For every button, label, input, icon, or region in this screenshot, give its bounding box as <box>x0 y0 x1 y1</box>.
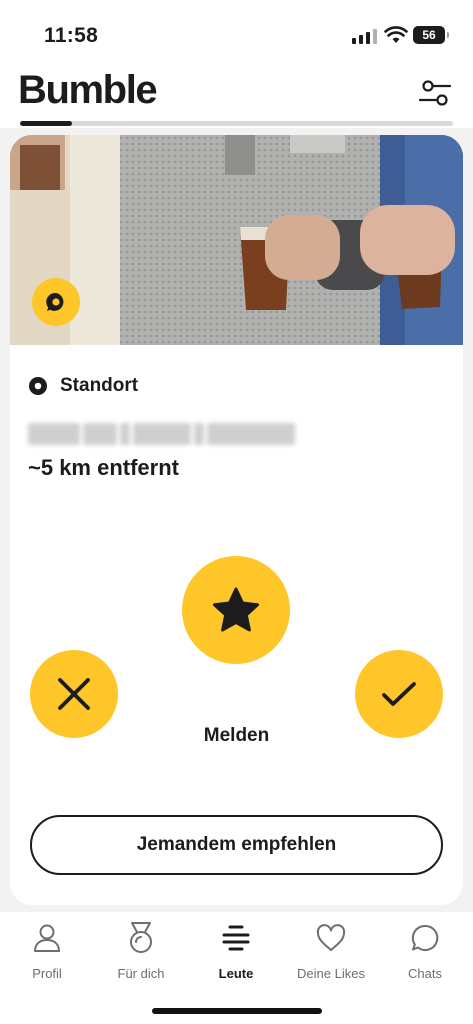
wifi-icon <box>384 26 408 43</box>
tab-for-you[interactable]: Für dich <box>94 920 188 981</box>
location-title: Standort <box>60 375 139 396</box>
location-pin-icon <box>29 377 47 395</box>
person-icon <box>34 924 60 952</box>
tab-label: Für dich <box>117 966 165 981</box>
distance-text: ~5 km entfernt <box>28 455 179 480</box>
status-time: 11:58 <box>44 24 99 47</box>
bumble-logo: Bumble <box>18 68 158 112</box>
status-bar: 11:58 56 <box>0 0 473 58</box>
tab-profile[interactable]: Profil <box>0 920 94 981</box>
battery-indicator: 56 <box>413 26 449 44</box>
heart-icon <box>316 924 346 951</box>
tab-label: Chats <box>408 966 442 981</box>
tab-label: Profil <box>32 966 62 981</box>
profile-progress-fill <box>20 121 72 126</box>
checkmark-icon <box>382 682 416 706</box>
tab-your-likes[interactable]: Deine Likes <box>284 920 378 981</box>
report-link[interactable]: Melden <box>10 725 463 747</box>
tab-label: Leute <box>218 966 254 981</box>
tab-chats[interactable]: Chats <box>378 920 472 981</box>
sliders-icon[interactable] <box>418 76 452 110</box>
superswipe-button[interactable] <box>182 556 290 664</box>
profile-progress-bar <box>20 121 453 126</box>
tab-people[interactable]: Leute <box>189 920 283 981</box>
blurred-address <box>28 423 295 445</box>
profile-photo[interactable] <box>10 135 463 345</box>
stack-icon <box>222 925 250 951</box>
location-section-header: Standort <box>28 375 138 397</box>
conversation-starter-button[interactable] <box>32 278 80 326</box>
medal-icon <box>130 922 152 953</box>
home-indicator <box>152 1008 322 1014</box>
recommend-button[interactable]: Jemandem empfehlen <box>30 815 443 875</box>
chat-bubble-icon <box>411 924 439 951</box>
star-icon <box>213 587 259 632</box>
chat-bubble-icon <box>46 292 64 311</box>
tab-label: Deine Likes <box>297 966 365 981</box>
profile-card[interactable]: Standort ~5 km entfernt Melden Jemandem … <box>10 135 463 905</box>
close-icon <box>58 678 90 710</box>
app-header: Bumble <box>0 58 473 128</box>
cellular-signal-icon <box>352 29 377 44</box>
photo-illustration <box>10 135 463 345</box>
